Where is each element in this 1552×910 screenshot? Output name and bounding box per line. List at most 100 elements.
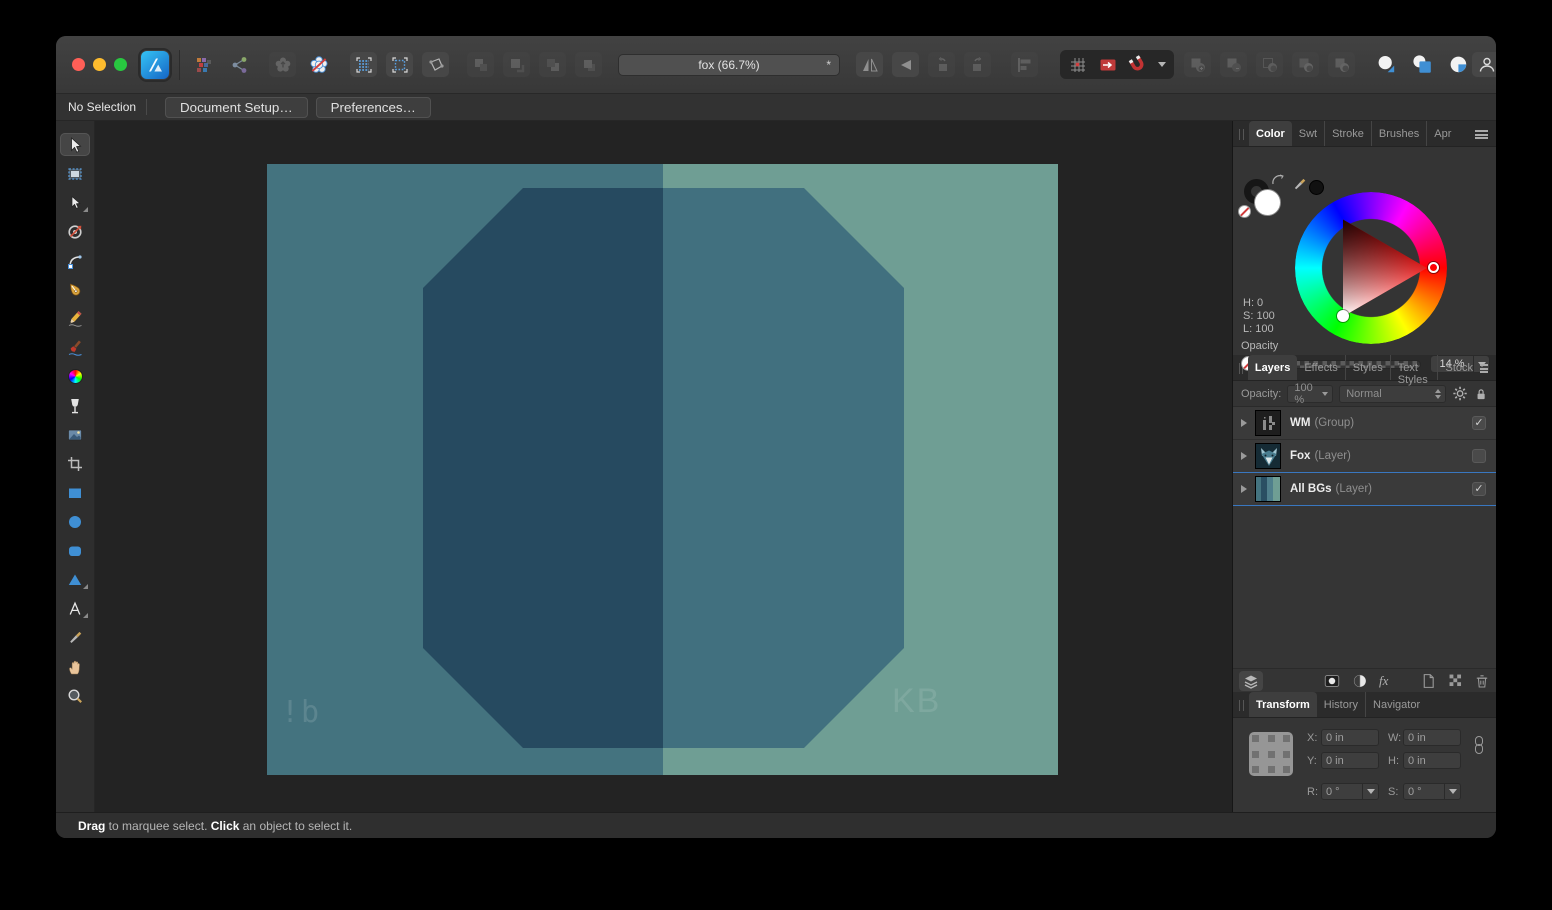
y-field[interactable] (1321, 752, 1379, 769)
layer-visibility-checkbox[interactable]: ✓ (1472, 416, 1486, 430)
hsl-color-wheel[interactable] (1295, 192, 1447, 344)
tab-text-styles[interactable]: Text Styles (1390, 355, 1438, 380)
node-tool[interactable] (60, 191, 90, 214)
disclosure-triangle-icon[interactable] (1241, 419, 1247, 427)
fill-tool[interactable] (60, 365, 90, 388)
zoom-tool[interactable] (60, 684, 90, 707)
move-tool[interactable] (60, 133, 90, 156)
disclosure-triangle-icon[interactable] (1241, 452, 1247, 460)
ellipse-tool[interactable] (60, 510, 90, 533)
insert-on-top-button[interactable] (1445, 52, 1472, 77)
rotation-dropdown-button[interactable] (1362, 784, 1378, 799)
shade-selector[interactable] (1337, 310, 1349, 322)
layer-visibility-checkbox[interactable] (1472, 449, 1486, 463)
swap-colors-icon[interactable] (1271, 174, 1285, 186)
layers-empty-area[interactable] (1233, 506, 1496, 668)
tab-stroke[interactable]: Stroke (1324, 121, 1371, 146)
triangle-tool[interactable] (60, 568, 90, 591)
layer-thumbnail-fox[interactable] (1255, 443, 1281, 469)
mask-icon[interactable] (1323, 672, 1341, 690)
panel-grip[interactable] (1239, 700, 1244, 711)
preferences-button[interactable]: Preferences… (316, 97, 431, 118)
disclosure-triangle-icon[interactable] (1241, 485, 1247, 493)
tab-navigator[interactable]: Navigator (1365, 692, 1427, 717)
tab-layers[interactable]: Layers (1248, 355, 1297, 380)
point-transform-tool[interactable] (60, 220, 90, 243)
vector-crop-tool[interactable] (60, 452, 90, 475)
fill-swatch[interactable] (1254, 189, 1281, 216)
flower-crossed-badge-button[interactable] (305, 52, 332, 77)
pen-tool[interactable] (60, 278, 90, 301)
place-image-tool[interactable] (60, 423, 90, 446)
tab-history[interactable]: History (1317, 692, 1365, 717)
lock-icon[interactable] (1474, 386, 1488, 402)
layer-row-fox[interactable]: Fox (Layer) (1233, 440, 1496, 473)
text-tool[interactable] (60, 597, 90, 620)
link-dimensions-icon[interactable] (1475, 736, 1483, 754)
blend-mode-dropdown[interactable]: Normal (1339, 385, 1445, 403)
tab-stock[interactable]: Stock (1437, 355, 1480, 380)
minimize-window-button[interactable] (93, 58, 106, 71)
tab-color[interactable]: Color (1249, 121, 1292, 146)
show-grid-button[interactable] (1064, 52, 1091, 77)
tab-swatches[interactable]: Swt (1292, 121, 1324, 146)
dotted-grid-outline-button[interactable] (386, 52, 413, 77)
panel-menu-icon[interactable] (1480, 364, 1488, 373)
shear-dropdown-button[interactable] (1444, 784, 1460, 799)
layer-thumbnail-all-bgs[interactable] (1255, 476, 1281, 502)
canvas-pasteboard[interactable]: !b KB (95, 121, 1232, 812)
tab-transform[interactable]: Transform (1249, 692, 1317, 717)
view-tool[interactable] (60, 655, 90, 678)
tab-brushes[interactable]: Brushes (1371, 121, 1426, 146)
octagon-shape[interactable] (423, 188, 904, 748)
panel-menu-icon[interactable] (1475, 130, 1488, 139)
w-field[interactable] (1403, 729, 1461, 746)
saturation-triangle[interactable] (1295, 192, 1447, 344)
panel-grip[interactable] (1239, 129, 1244, 140)
x-field[interactable] (1321, 729, 1379, 746)
rounded-rectangle-tool[interactable] (60, 539, 90, 562)
account-button[interactable] (1472, 52, 1496, 77)
zoom-window-button[interactable] (114, 58, 127, 71)
snapping-options-dropdown[interactable] (1154, 62, 1170, 67)
artboard-tool[interactable] (60, 162, 90, 185)
dotted-grid-button[interactable] (350, 52, 377, 77)
layer-visibility-checkbox[interactable]: ✓ (1472, 482, 1486, 496)
corner-tool[interactable] (60, 249, 90, 272)
flip-vertical-button[interactable] (892, 52, 919, 77)
snapping-candidates-button[interactable] (1094, 52, 1121, 77)
hue-selector[interactable] (1428, 262, 1439, 273)
rectangle-tool[interactable] (60, 481, 90, 504)
layer-thumbnail-wm[interactable] (1255, 410, 1281, 436)
tab-styles[interactable]: Styles (1345, 355, 1390, 380)
adjustment-icon[interactable] (1351, 672, 1369, 690)
fx-button[interactable]: fx (1379, 673, 1388, 689)
layer-row-wm[interactable]: WM (Group) ✓ (1233, 407, 1496, 440)
shear-dropdown[interactable]: 0 ° (1403, 783, 1461, 800)
new-page-icon[interactable] (1420, 672, 1437, 690)
layer-row-all-bgs[interactable]: All BGs (Layer) ✓ (1233, 473, 1496, 506)
checkerboard-icon[interactable] (1447, 672, 1464, 689)
insert-inside-button[interactable] (1409, 52, 1436, 77)
tab-effects[interactable]: Effects (1297, 355, 1344, 380)
layers-opacity-dropdown[interactable]: 100 % (1287, 385, 1333, 403)
pixel-persona-button[interactable] (190, 52, 217, 77)
transparency-tool[interactable] (60, 394, 90, 417)
gear-icon[interactable] (1452, 385, 1468, 402)
layers-stack-button[interactable] (1239, 671, 1263, 691)
close-window-button[interactable] (72, 58, 85, 71)
snapping-button[interactable] (1124, 52, 1151, 77)
vector-shape-crop-button[interactable] (422, 52, 449, 77)
colour-picker-tool[interactable] (60, 626, 90, 649)
pencil-tool[interactable] (60, 307, 90, 330)
document-setup-button[interactable]: Document Setup… (165, 97, 308, 118)
flip-horizontal-button[interactable] (856, 52, 883, 77)
export-persona-button[interactable] (226, 52, 253, 77)
h-field[interactable] (1403, 752, 1461, 769)
insert-behind-button[interactable] (1373, 52, 1400, 77)
rotation-dropdown[interactable]: 0 ° (1321, 783, 1379, 800)
trash-icon[interactable] (1474, 672, 1490, 690)
designer-persona-button[interactable] (141, 51, 169, 79)
tab-appearance[interactable]: Apr (1426, 121, 1458, 146)
anchor-point-selector[interactable] (1249, 732, 1293, 776)
